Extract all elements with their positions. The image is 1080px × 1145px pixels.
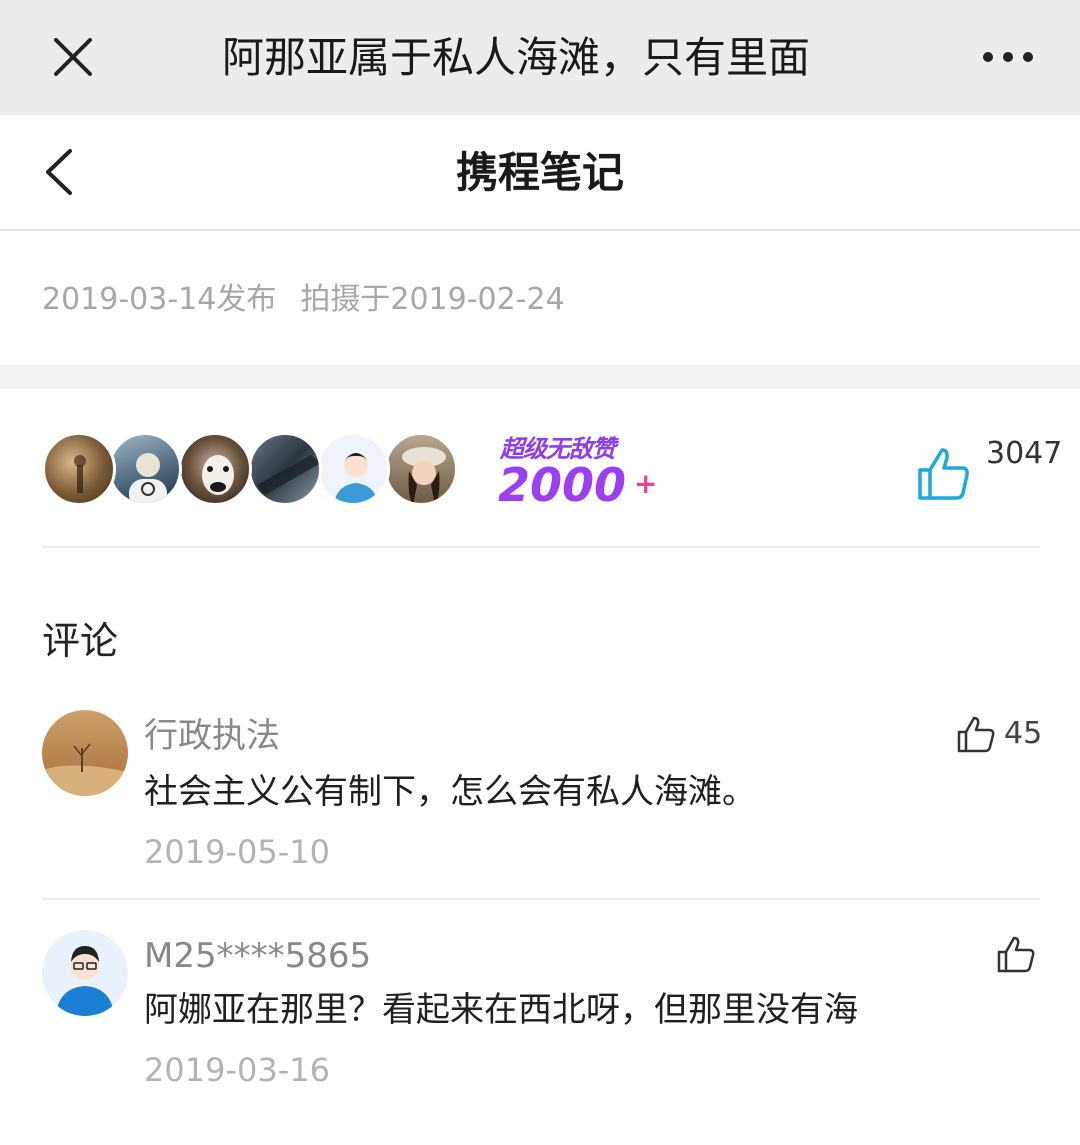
comment-author[interactable]: 行政执法 (144, 714, 280, 758)
window-title: 阿那亚属于私人海滩，只有里面 (222, 33, 811, 82)
thumbs-up-icon[interactable] (996, 934, 1036, 974)
badge-plus: + (634, 467, 658, 500)
comment-like-count: 45 (1004, 716, 1043, 751)
avatar[interactable] (248, 432, 322, 506)
divider (42, 898, 1040, 900)
avatar[interactable] (178, 432, 252, 506)
thumbs-up-icon[interactable] (956, 714, 996, 754)
divider (42, 546, 1040, 548)
avatar[interactable] (108, 432, 182, 506)
post-meta: 2019-03-14发布 拍摄于2019-02-24 (42, 278, 565, 322)
liker-avatars[interactable] (42, 432, 472, 512)
section-separator (0, 365, 1080, 389)
comment-date: 2019-05-10 (144, 833, 330, 871)
close-icon[interactable] (50, 34, 96, 80)
avatar[interactable] (384, 432, 458, 506)
comments-title: 评论 (42, 619, 119, 663)
thumbs-up-icon[interactable] (914, 444, 972, 502)
nav-bar: 携程笔记 (0, 115, 1080, 231)
publish-date: 2019-03-14发布 (42, 282, 277, 317)
avatar[interactable] (42, 710, 128, 796)
comment-text: 社会主义公有制下，怎么会有私人海滩。 (144, 772, 756, 812)
like-count: 3047 (986, 436, 1063, 471)
page-title: 携程笔记 (455, 148, 624, 197)
avatar[interactable] (42, 930, 128, 1016)
taken-date: 拍摄于2019-02-24 (300, 282, 565, 317)
badge-number: 2000 (498, 458, 627, 512)
super-like-badge: 超级无敌赞 2000 + (498, 432, 668, 512)
window-title-bar: 阿那亚属于私人海滩，只有里面 (0, 0, 1080, 115)
comment-date: 2019-03-16 (144, 1051, 330, 1089)
avatar[interactable] (42, 432, 116, 506)
avatar[interactable] (316, 432, 390, 506)
comment-text: 阿娜亚在那里？看起来在西北呀，但那里没有海 (144, 990, 858, 1030)
more-dots-icon[interactable] (978, 40, 1038, 74)
comment-author[interactable]: M25****5865 (144, 934, 371, 978)
